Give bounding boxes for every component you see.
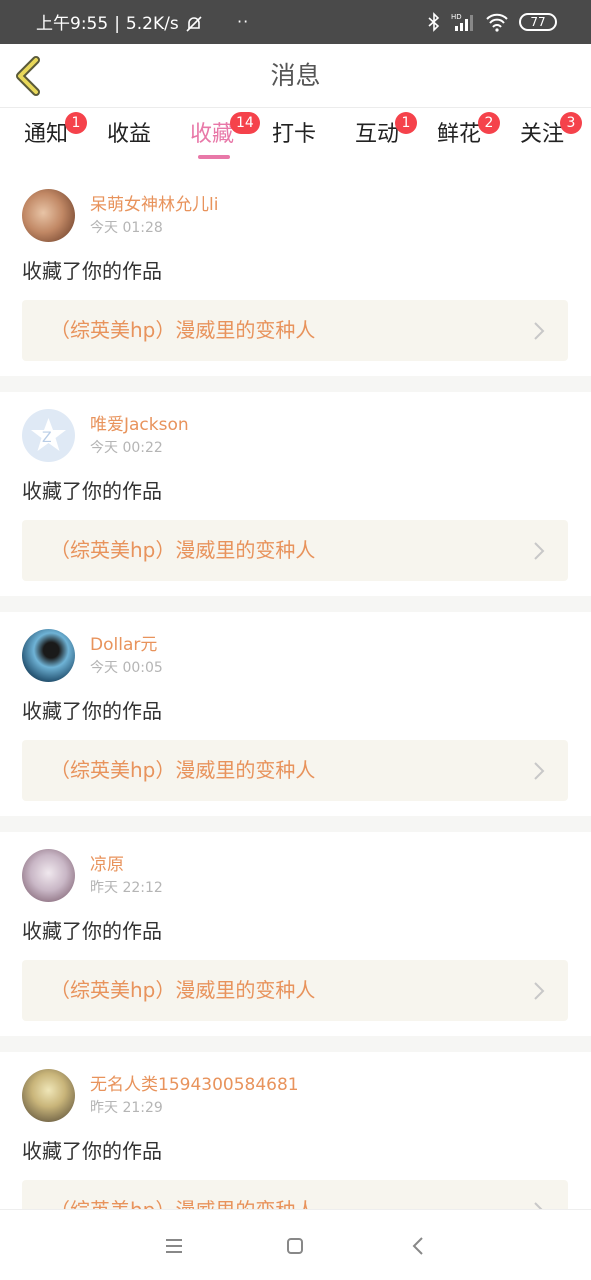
- timestamp: 今天 00:22: [90, 440, 163, 456]
- active-tab-underline: [198, 155, 230, 159]
- list-item: 呆萌女神林允儿li 今天 01:28 收藏了你的作品 （综英美hp）漫威里的变种…: [0, 172, 591, 376]
- timestamp: 昨天 21:29: [90, 1100, 163, 1116]
- tab-label: 关注: [520, 122, 565, 147]
- tab-earnings[interactable]: 收益: [107, 121, 151, 165]
- tab-label: 鲜花: [437, 122, 482, 147]
- avatar[interactable]: [22, 629, 75, 682]
- avatar[interactable]: [22, 189, 75, 242]
- tab-label: 收藏: [190, 122, 235, 147]
- work-link[interactable]: （综英美hp）漫威里的变种人: [22, 960, 568, 1021]
- home-button[interactable]: [281, 1232, 309, 1260]
- status-divider: |: [114, 14, 120, 34]
- page-title: 消息: [270, 61, 321, 90]
- avatar[interactable]: [22, 849, 75, 902]
- timestamp: 昨天 22:12: [90, 880, 163, 896]
- system-nav-bar: [0, 1209, 591, 1280]
- tab-favorites[interactable]: 收藏 14: [190, 112, 260, 165]
- qq-zone-star-icon: Z: [31, 418, 66, 451]
- menu-button[interactable]: [160, 1232, 188, 1260]
- chevron-right-icon: [534, 762, 545, 780]
- status-dots: ··: [237, 12, 250, 31]
- tab-badge: 2: [478, 112, 500, 134]
- bluetooth-icon: [428, 12, 440, 32]
- tab-label: 通知: [24, 122, 69, 147]
- tab-label: 收益: [107, 122, 152, 147]
- battery-icon: 77: [519, 13, 557, 31]
- back-nav-button[interactable]: [405, 1232, 433, 1260]
- card-separator: [0, 1036, 591, 1052]
- svg-text:HD: HD: [451, 13, 462, 21]
- card-separator: [0, 816, 591, 832]
- home-square-icon: [287, 1238, 303, 1254]
- status-time: 上午9:55: [36, 14, 109, 34]
- favorites-feed: 呆萌女神林允儿li 今天 01:28 收藏了你的作品 （综英美hp）漫威里的变种…: [0, 172, 591, 1256]
- username-link[interactable]: 呆萌女神林允儿li: [90, 194, 218, 216]
- action-text: 收藏了你的作品: [22, 259, 162, 283]
- chevron-right-icon: [534, 982, 545, 1000]
- tab-flowers[interactable]: 鲜花 2: [437, 112, 500, 165]
- alarm-off-icon: [186, 16, 202, 32]
- list-item: Dollar元 今天 00:05 收藏了你的作品 （综英美hp）漫威里的变种人: [0, 612, 591, 816]
- status-bar: 上午9:55 | 5.2K/s ·· HD 77: [0, 0, 591, 44]
- timestamp: 今天 01:28: [90, 220, 163, 236]
- username-link[interactable]: 唯爱Jackson: [90, 414, 189, 436]
- tab-badge: 3: [560, 112, 582, 134]
- action-text: 收藏了你的作品: [22, 479, 162, 503]
- username-link[interactable]: 无名人类1594300584681: [90, 1074, 299, 1096]
- work-title: （综英美hp）漫威里的变种人: [50, 538, 316, 562]
- work-title: （综英美hp）漫威里的变种人: [50, 758, 316, 782]
- svg-text:Z: Z: [42, 430, 52, 446]
- hd-signal-icon: HD: [451, 13, 473, 31]
- tab-label: 互动: [355, 122, 400, 147]
- tab-badge: 14: [230, 112, 260, 134]
- tab-checkin[interactable]: 打卡: [272, 121, 316, 165]
- work-title: （综英美hp）漫威里的变种人: [50, 318, 316, 342]
- page-header: 消息: [0, 44, 591, 108]
- timestamp: 今天 00:05: [90, 660, 163, 676]
- status-right: HD 77: [427, 12, 557, 32]
- tab-badge: 1: [65, 112, 87, 134]
- status-left: 上午9:55 | 5.2K/s: [36, 14, 203, 34]
- tab-interactions[interactable]: 互动 1: [355, 112, 417, 165]
- tab-label: 打卡: [272, 122, 317, 147]
- avatar[interactable]: Z: [22, 409, 75, 462]
- action-text: 收藏了你的作品: [22, 699, 162, 723]
- tab-follows[interactable]: 关注 3: [520, 112, 582, 165]
- work-link[interactable]: （综英美hp）漫威里的变种人: [22, 520, 568, 581]
- work-title: （综英美hp）漫威里的变种人: [50, 978, 316, 1002]
- wifi-icon: [486, 13, 508, 32]
- menu-icon: [166, 1239, 182, 1253]
- tab-notifications[interactable]: 通知 1: [24, 112, 87, 165]
- tab-bar: 通知 1 收益 收藏 14 打卡 互动 1 鲜花 2 关注 3: [0, 109, 591, 171]
- avatar[interactable]: [22, 1069, 75, 1122]
- work-link[interactable]: （综英美hp）漫威里的变种人: [22, 740, 568, 801]
- tab-badge: 1: [395, 112, 417, 134]
- chevron-right-icon: [534, 322, 545, 340]
- work-link[interactable]: （综英美hp）漫威里的变种人: [22, 300, 568, 361]
- username-link[interactable]: 凉原: [90, 854, 124, 876]
- status-network-speed: 5.2K/s: [125, 14, 179, 34]
- action-text: 收藏了你的作品: [22, 919, 162, 943]
- action-text: 收藏了你的作品: [22, 1139, 162, 1163]
- list-item: 凉原 昨天 22:12 收藏了你的作品 （综英美hp）漫威里的变种人: [0, 832, 591, 1036]
- card-separator: [0, 596, 591, 612]
- card-separator: [0, 376, 591, 392]
- username-link[interactable]: Dollar元: [90, 634, 157, 656]
- list-item: Z 唯爱Jackson 今天 00:22 收藏了你的作品 （综英美hp）漫威里的…: [0, 392, 591, 596]
- back-triangle-icon: [412, 1237, 423, 1255]
- chevron-right-icon: [534, 542, 545, 560]
